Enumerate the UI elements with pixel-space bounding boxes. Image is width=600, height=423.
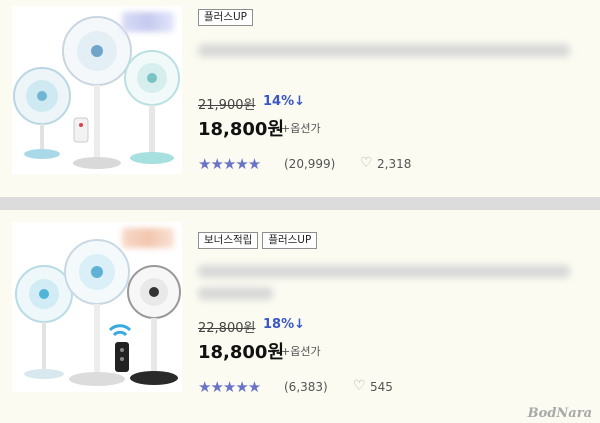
product-title[interactable] xyxy=(198,44,570,57)
discount-rate: 18%↓ xyxy=(263,317,306,332)
option-price-note: +옵션가 xyxy=(281,345,321,358)
brand-logo xyxy=(122,12,174,32)
product-card[interactable]: 플러스UP 21,900원 14%↓ 18,800원 +옵션가 ★★★★★ (2… xyxy=(0,0,600,197)
badge-group: 플러스UP xyxy=(198,9,253,26)
product-title-line-2[interactable] xyxy=(198,287,273,300)
original-price: 21,900원 xyxy=(198,98,256,113)
heart-icon[interactable]: ♡ xyxy=(360,155,373,171)
like-count: 545 xyxy=(370,380,393,394)
review-count[interactable]: (6,383) xyxy=(284,380,328,394)
sale-price: 18,800원 xyxy=(198,342,285,363)
original-price: 22,800원 xyxy=(198,321,256,336)
badge-bonus-points: 보너스적립 xyxy=(198,232,259,249)
badge-plus-up: 플러스UP xyxy=(198,9,253,26)
product-image[interactable] xyxy=(12,222,182,392)
product-card[interactable]: 보너스적립 플러스UP 22,800원 18%↓ 18,800원 +옵션가 ★★… xyxy=(0,210,600,423)
sale-price: 18,800원 xyxy=(198,119,285,140)
rating-stars: ★★★★★ xyxy=(198,378,261,396)
discount-rate: 14%↓ xyxy=(263,94,306,109)
watermark: BodNara xyxy=(527,406,592,421)
option-price-note: +옵션가 xyxy=(281,122,321,135)
product-title[interactable] xyxy=(198,265,570,278)
brand-logo xyxy=(122,228,174,248)
like-count: 2,318 xyxy=(377,157,412,171)
heart-icon[interactable]: ♡ xyxy=(353,378,366,394)
rating-stars: ★★★★★ xyxy=(198,155,261,173)
product-image[interactable] xyxy=(12,6,182,174)
badge-plus-up: 플러스UP xyxy=(262,232,318,249)
review-count[interactable]: (20,999) xyxy=(284,157,335,171)
badge-group: 보너스적립 플러스UP xyxy=(198,232,318,249)
